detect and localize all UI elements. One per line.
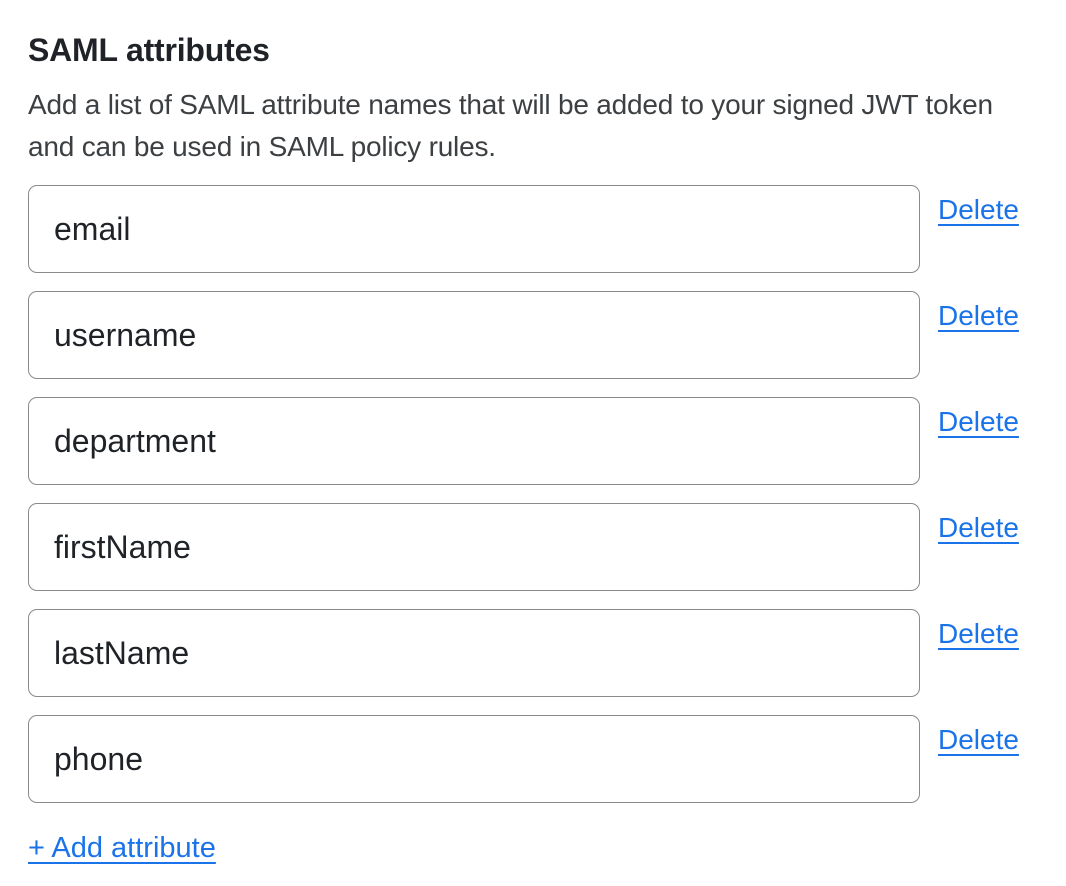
attribute-name-input[interactable] (28, 291, 920, 379)
delete-attribute-link[interactable]: Delete (938, 194, 1019, 226)
attribute-name-input[interactable] (28, 185, 920, 273)
section-description-line-1: Add a list of SAML attribute names that … (28, 84, 1038, 126)
attribute-row: Delete (28, 397, 1038, 485)
delete-attribute-link[interactable]: Delete (938, 512, 1019, 544)
delete-attribute-link[interactable]: Delete (938, 618, 1019, 650)
attribute-name-input[interactable] (28, 397, 920, 485)
delete-attribute-link[interactable]: Delete (938, 300, 1019, 332)
attribute-name-input[interactable] (28, 609, 920, 697)
attribute-row: Delete (28, 291, 1038, 379)
attribute-row: Delete (28, 715, 1038, 803)
page-title: SAML attributes (28, 30, 1038, 70)
section-description: Add a list of SAML attribute names that … (28, 84, 1038, 168)
attribute-name-input[interactable] (28, 503, 920, 591)
add-attribute-link[interactable]: + Add attribute (28, 832, 216, 865)
attribute-row: Delete (28, 185, 1038, 273)
attribute-row: Delete (28, 503, 1038, 591)
section-description-line-2: and can be used in SAML policy rules. (28, 126, 1038, 168)
delete-attribute-link[interactable]: Delete (938, 724, 1019, 756)
attribute-name-input[interactable] (28, 715, 920, 803)
attribute-row: Delete (28, 609, 1038, 697)
saml-attributes-section: SAML attributes Add a list of SAML attri… (0, 0, 1066, 865)
attribute-list: Delete Delete Delete Delete Delete Delet… (28, 185, 1038, 803)
delete-attribute-link[interactable]: Delete (938, 406, 1019, 438)
